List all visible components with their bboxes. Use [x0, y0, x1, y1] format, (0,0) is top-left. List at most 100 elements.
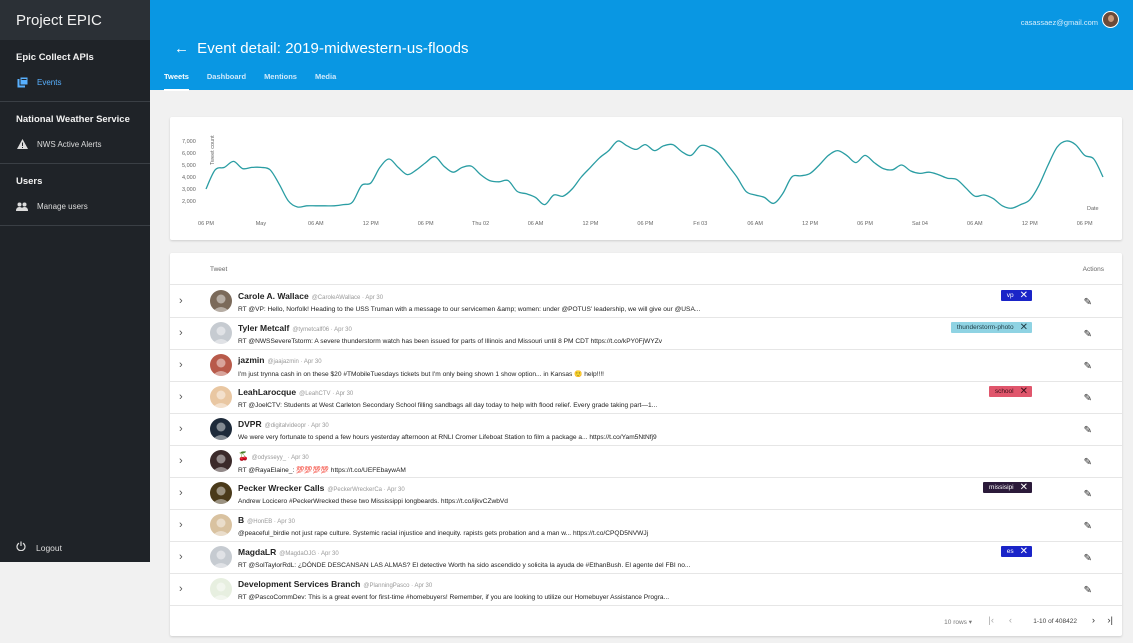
next-page-icon[interactable]: ›	[1092, 615, 1095, 626]
tweet-author: Development Services Branch @PlanningPasc…	[238, 579, 432, 589]
table-row[interactable]: › Tyler Metcalf @tymetcalf06 · Apr 30 RT @N…	[170, 318, 1122, 350]
expand-chevron-icon[interactable]: ›	[179, 487, 189, 499]
rows-per-page-select[interactable]: 10 rows ▾	[944, 618, 972, 626]
table-row[interactable]: › jazmin @jaajazmin · Apr 30 I'm just trynn…	[170, 350, 1122, 382]
avatar	[210, 290, 232, 312]
tweet-author: LeahLarocque @LeahCTV · Apr 30	[238, 387, 353, 397]
sidebar-item-label: NWS Active Alerts	[37, 139, 102, 149]
sidebar-section-title: Users	[16, 176, 43, 187]
edit-pencil-icon[interactable]: ✎	[1084, 425, 1092, 436]
warning-icon	[16, 138, 28, 150]
author-meta: @odysseyy_ · Apr 30	[251, 455, 309, 461]
edit-pencil-icon[interactable]: ✎	[1084, 329, 1092, 340]
chart-ytick: 5,000	[182, 163, 196, 169]
author-meta: @jaajazmin · Apr 30	[267, 359, 322, 365]
table-row[interactable]: › Pecker Wrecker Calls @PeckerWreckerCa · …	[170, 478, 1122, 510]
tweet-text: Andrew Locicero #PeckerWrecked these two…	[238, 498, 508, 505]
remove-tag-icon[interactable]: ✕	[1020, 290, 1028, 301]
remove-tag-icon[interactable]: ✕	[1020, 322, 1028, 333]
tweet-text: RT @RayaElaine_: 💯💯💯💯 https://t.co/UEFEb…	[238, 467, 406, 474]
tab-mentions[interactable]: Mentions	[264, 72, 297, 91]
expand-chevron-icon[interactable]: ›	[179, 327, 189, 339]
table-row[interactable]: › 🍒 @odysseyy_ · Apr 30 RT @RayaElaine_: 💯💯…	[170, 446, 1122, 478]
edit-pencil-icon[interactable]: ✎	[1084, 585, 1092, 596]
tweet-text: RT @VP: Hello, Norfolk! Heading to the U…	[238, 306, 701, 313]
app-header: casassaez@gmail.com ← Event detail: 2019…	[150, 0, 1133, 91]
table-row[interactable]: › MagdaLR @MagdaOJG · Apr 30 RT @SolTaylorR…	[170, 542, 1122, 574]
edit-pencil-icon[interactable]: ✎	[1084, 489, 1092, 500]
first-page-icon[interactable]: |‹	[988, 615, 994, 626]
user-email: casassaez@gmail.com	[1020, 18, 1098, 27]
tab-tweets[interactable]: Tweets	[164, 72, 189, 91]
sidebar: Project EPIC Epic Collect APIs Events Na…	[0, 0, 150, 562]
sidebar-item-manage-users[interactable]: Manage users	[0, 195, 150, 217]
tab-media[interactable]: Media	[315, 72, 336, 91]
expand-chevron-icon[interactable]: ›	[179, 295, 189, 307]
author-handle: @HonEB	[247, 519, 273, 525]
tag-label: vp	[1006, 292, 1014, 299]
sidebar-item-nws-alerts[interactable]: NWS Active Alerts	[0, 133, 150, 155]
sidebar-section-title: National Weather Service	[16, 114, 130, 125]
author-handle: @jaajazmin	[267, 359, 299, 365]
author-meta: @PeckerWreckerCa · Apr 30	[327, 487, 405, 493]
power-icon	[16, 541, 26, 554]
remove-tag-icon[interactable]: ✕	[1020, 482, 1028, 493]
avatar	[210, 386, 232, 408]
avatar	[210, 482, 232, 504]
tweet-count-chart: Tweet count 7,000 6,000 5,000 4,000 3,000 2,00…	[170, 117, 1122, 240]
tweet-date: Apr 30	[334, 327, 352, 333]
avatar	[210, 450, 232, 472]
edit-pencil-icon[interactable]: ✎	[1084, 361, 1092, 372]
tab-dashboard[interactable]: Dashboard	[207, 72, 246, 91]
author-name: B	[238, 515, 245, 525]
table-row[interactable]: › Carole A. Wallace @CaroleAWallace · Apr …	[170, 286, 1122, 318]
logout-button[interactable]: Logout	[16, 541, 62, 554]
expand-chevron-icon[interactable]: ›	[179, 519, 189, 531]
expand-chevron-icon[interactable]: ›	[179, 391, 189, 403]
author-handle: @PlanningPasco	[363, 583, 410, 589]
table-row[interactable]: › Development Services Branch @PlanningPas…	[170, 574, 1122, 606]
chart-xtick: 06 PM	[198, 221, 214, 227]
tweet-author: jazmin @jaajazmin · Apr 30	[238, 355, 322, 365]
remove-tag-icon[interactable]: ✕	[1020, 546, 1028, 557]
expand-chevron-icon[interactable]: ›	[179, 455, 189, 467]
tweet-author: Tyler Metcalf @tymetcalf06 · Apr 30	[238, 323, 352, 333]
tweet-date: Apr 30	[291, 455, 309, 461]
chart-xtick: 12 PM	[1022, 221, 1038, 227]
edit-pencil-icon[interactable]: ✎	[1084, 553, 1092, 564]
tweet-date: Apr 30	[365, 295, 384, 301]
edit-pencil-icon[interactable]: ✎	[1084, 457, 1092, 468]
table-row[interactable]: › LeahLarocque @LeahCTV · Apr 30 RT @JoelCT…	[170, 382, 1122, 414]
author-meta: @HonEB · Apr 30	[247, 519, 295, 525]
user-avatar[interactable]	[1102, 11, 1119, 28]
tweet-text: RT @JoelCTV: Students at West Carleton S…	[238, 402, 658, 409]
table-row[interactable]: › B @HonEB · Apr 30 @peaceful_birdie not ju…	[170, 510, 1122, 542]
table-row[interactable]: › DVPR @digitalvideopr · Apr 30 We were ver…	[170, 414, 1122, 446]
sidebar-item-events[interactable]: Events	[0, 71, 150, 93]
tweet-tag: vp ✕	[1000, 290, 1032, 301]
chart-xtick: 06 AM	[967, 221, 983, 227]
remove-tag-icon[interactable]: ✕	[1020, 386, 1028, 397]
last-page-icon[interactable]: ›|	[1107, 615, 1113, 626]
chart-series-line	[205, 140, 1104, 209]
author-name: MagdaLR	[238, 547, 277, 557]
avatar	[210, 418, 232, 440]
edit-pencil-icon[interactable]: ✎	[1084, 521, 1092, 532]
author-meta: @LeahCTV · Apr 30	[299, 391, 354, 397]
tweet-date: Apr 30	[321, 551, 339, 557]
edit-pencil-icon[interactable]: ✎	[1084, 393, 1092, 404]
chart-xtick: 06 PM	[857, 221, 873, 227]
expand-chevron-icon[interactable]: ›	[179, 551, 189, 563]
avatar	[210, 514, 232, 536]
tweet-table: Tweet Actions › Carole A. Wallace @CaroleA…	[170, 253, 1122, 636]
group-icon	[16, 200, 28, 212]
app-title: Project EPIC	[0, 0, 150, 40]
previous-page-icon[interactable]: ‹	[1009, 615, 1012, 626]
edit-pencil-icon[interactable]: ✎	[1084, 297, 1092, 308]
chart-svg: Tweet count 7,000 6,000 5,000 4,000 3,000 2,00…	[182, 135, 1104, 227]
expand-chevron-icon[interactable]: ›	[179, 583, 189, 595]
expand-chevron-icon[interactable]: ›	[179, 423, 189, 435]
expand-chevron-icon[interactable]: ›	[179, 359, 189, 371]
back-arrow-icon[interactable]: ←	[174, 40, 189, 57]
page-title-text: Event detail: 2019-midwestern-us-floods	[197, 40, 469, 57]
